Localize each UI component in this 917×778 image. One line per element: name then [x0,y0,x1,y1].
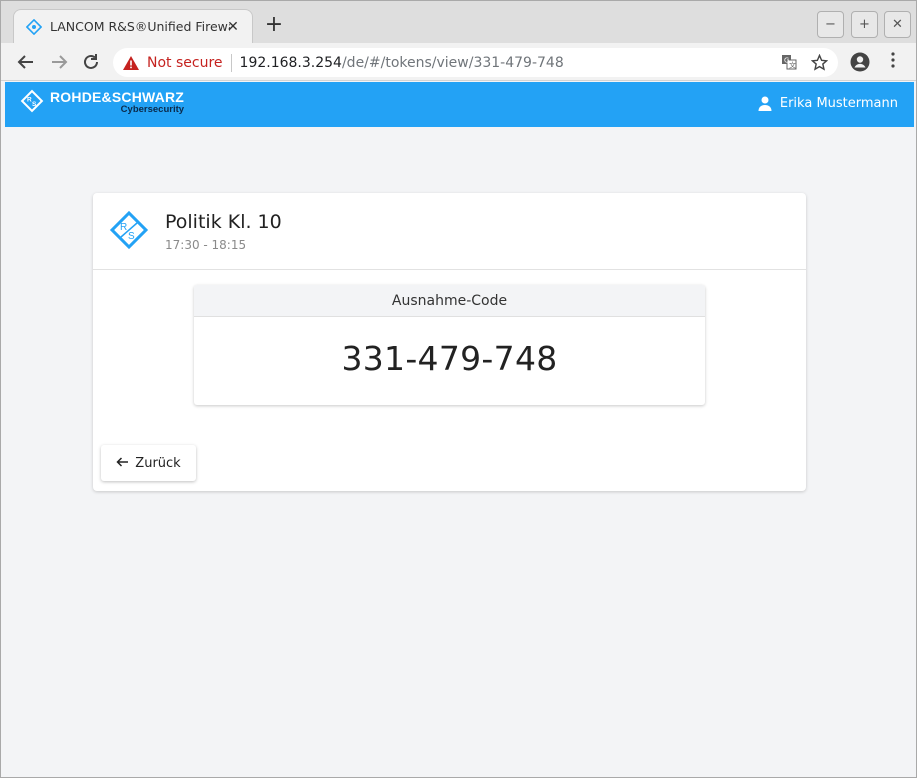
exception-code-panel: Ausnahme-Code 331-479-748 [194,285,705,405]
card-title: Politik Kl. 10 [165,211,282,233]
user-name: Erika Mustermann [779,96,898,111]
rohde-schwarz-logo-icon: R S [20,89,44,113]
back-arrow-icon[interactable] [15,51,37,73]
card-header: R S Politik Kl. 10 17:30 - 18:15 [93,193,806,270]
svg-text:R: R [120,222,127,233]
address-bar[interactable]: Not secure 192.168.3.254/de/#/tokens/vie… [113,48,838,77]
brand-logo[interactable]: R S ROHDE&SCHWARZ Cybersecurity [20,89,184,115]
token-card: R S Politik Kl. 10 17:30 - 18:15 Ausnahm… [93,193,806,491]
tab-close-icon[interactable]: ✕ [224,18,242,36]
omnibox-divider [230,53,232,72]
bookmark-star-icon[interactable] [810,53,828,72]
kebab-menu-icon[interactable] [886,52,900,72]
warning-icon[interactable] [123,55,139,70]
card-time: 17:30 - 18:15 [165,238,247,252]
back-button-label: Zurück [135,455,181,471]
not-secure-label[interactable]: Not secure [147,55,223,71]
url-host: 192.168.3.254 [239,54,342,71]
profile-icon[interactable] [850,52,870,72]
svg-text:S: S [128,231,135,242]
arrow-left-icon [116,455,129,471]
svg-text:S: S [32,101,37,108]
minimize-button[interactable]: − [817,11,844,38]
brand-name: ROHDE&SCHWARZ [50,89,185,105]
close-window-button[interactable]: ✕ [884,11,911,38]
user-menu[interactable]: Erika Mustermann [758,96,898,111]
browser-toolbar: Not secure 192.168.3.254/de/#/tokens/vie… [1,43,916,81]
forward-arrow-icon[interactable] [48,51,70,73]
user-icon [758,96,772,111]
maximize-button[interactable]: + [851,11,878,38]
new-tab-button[interactable]: + [263,14,285,36]
tab-strip: LANCOM R&S®Unified Firewall ✕ + − + ✕ [1,1,916,43]
code-value: 331-479-748 [341,339,558,378]
favicon-icon [26,18,42,35]
reload-icon[interactable] [80,51,102,73]
back-button[interactable]: Zurück [101,445,196,481]
svg-text:文: 文 [789,61,796,70]
browser-window: LANCOM R&S®Unified Firewall ✕ + − + ✕ No… [0,0,917,778]
code-label: Ausnahme-Code [194,285,705,317]
browser-tab[interactable]: LANCOM R&S®Unified Firewall ✕ [13,9,253,43]
tab-title: LANCOM R&S®Unified Firewall [50,19,230,34]
app-header: R S ROHDE&SCHWARZ Cybersecurity Erika Mu… [5,82,914,127]
rs-logo-icon: R S [109,210,149,250]
url-path: /de/#/tokens/view/331-479-748 [341,54,564,71]
brand-subtitle: Cybersecurity [120,104,185,115]
translate-icon[interactable]: G文 [780,54,798,72]
